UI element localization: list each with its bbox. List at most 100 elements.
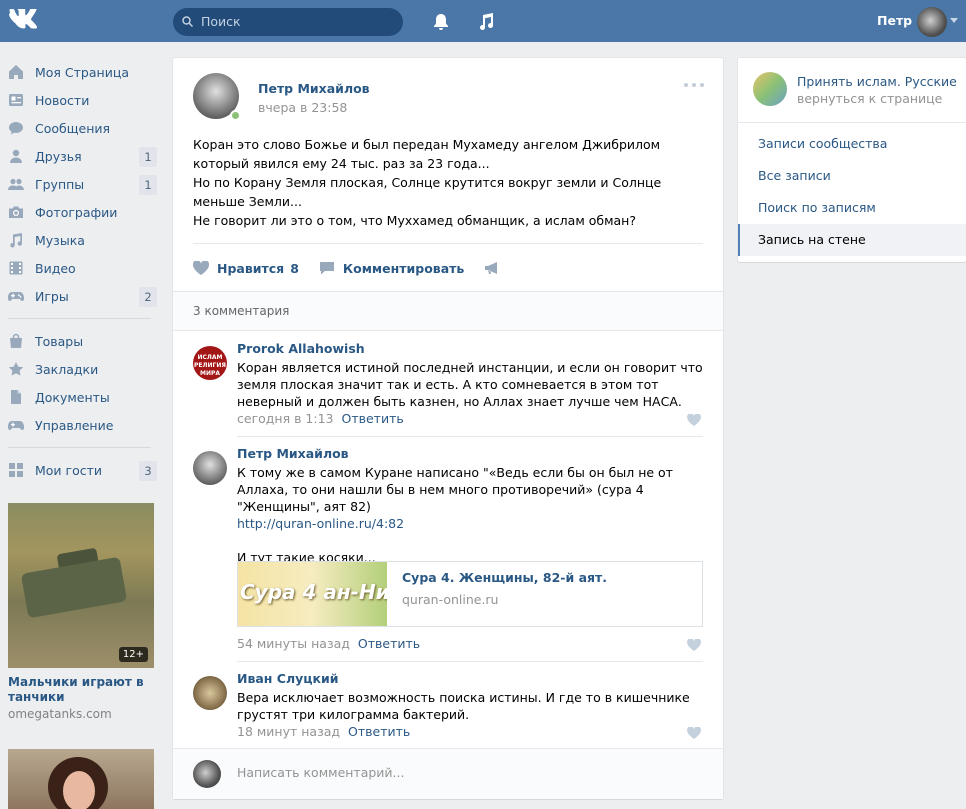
- menu-wall-post[interactable]: Запись на стене: [738, 224, 966, 256]
- ad-face: [63, 771, 95, 809]
- nav-item-photos[interactable]: Фотографии: [0, 198, 160, 226]
- top-header: Поиск Петр: [0, 0, 966, 42]
- comment-author-avatar[interactable]: [193, 676, 227, 710]
- group-name[interactable]: Принять ислам. Русские ...: [797, 74, 957, 89]
- nav-item-label: Закладки: [35, 361, 99, 377]
- comment-time[interactable]: 54 минуты назад: [237, 636, 350, 651]
- back-to-page-link[interactable]: вернуться к странице: [797, 91, 942, 106]
- comment-author-name[interactable]: Prorok Allahowish: [237, 341, 365, 356]
- group-avatar[interactable]: [753, 72, 787, 106]
- like-button[interactable]: Нравится 8: [193, 261, 299, 276]
- ad-domain: omegatanks.com: [8, 707, 112, 721]
- gamepad-icon: [8, 417, 24, 433]
- megaphone-icon: [485, 262, 498, 274]
- nav-item-video[interactable]: Видео: [0, 254, 160, 282]
- friends-icon: [8, 148, 24, 164]
- comment-input[interactable]: Написать комментарий...: [237, 765, 404, 780]
- document-icon: [8, 389, 24, 405]
- link-thumbnail[interactable]: Сура 4 ан-Ниса: [238, 562, 387, 626]
- link-title[interactable]: Сура 4. Женщины, 82-й аят.: [402, 570, 607, 585]
- comment-button[interactable]: Комментировать: [319, 261, 464, 276]
- games-count-badge: 2: [139, 287, 157, 307]
- ad-image[interactable]: 12+: [8, 503, 154, 668]
- user-avatar[interactable]: [917, 7, 947, 37]
- nav-item-groups[interactable]: Группы 1: [0, 170, 160, 198]
- nav-item-documents[interactable]: Документы: [0, 383, 160, 411]
- heart-icon[interactable]: [687, 727, 701, 739]
- wall-post: Петр Михайлов вчера в 23:58 Коран это сл…: [173, 58, 723, 799]
- comments-count-header[interactable]: 3 комментария: [173, 291, 723, 331]
- star-icon: [8, 361, 24, 377]
- nav-item-games[interactable]: Игры 2: [0, 282, 160, 310]
- chevron-down-icon[interactable]: [950, 18, 958, 24]
- user-name[interactable]: Петр: [877, 13, 912, 28]
- post-text-line: Не говорит ли это о том, что Муххамед об…: [193, 213, 636, 228]
- left-navigation: Моя Страница Новости Сообщения Друзья 1 …: [0, 58, 160, 484]
- ad-title[interactable]: Мальчики играют в танчики: [8, 675, 154, 705]
- comment-author-avatar[interactable]: [193, 451, 227, 485]
- link-preview-card[interactable]: Сура 4 ан-Ниса Сура 4. Женщины, 82-й аят…: [237, 561, 703, 627]
- comment-text: Коран является истиной последней инстанц…: [237, 360, 703, 409]
- home-icon: [8, 64, 24, 80]
- nav-item-bookmarks[interactable]: Закладки: [0, 355, 160, 383]
- link-domain: quran-online.ru: [402, 592, 499, 607]
- nav-divider: [8, 447, 151, 448]
- nav-item-label: Группы: [35, 176, 85, 192]
- games-icon: [8, 288, 24, 304]
- nav-item-goods[interactable]: Товары: [0, 327, 160, 355]
- nav-divider: [8, 318, 151, 319]
- nav-item-my-page[interactable]: Моя Страница: [0, 58, 160, 86]
- comment: Иван Слуцкий Вера исключает возможность …: [193, 671, 703, 741]
- menu-community-posts[interactable]: Записи сообщества: [738, 128, 966, 160]
- share-button[interactable]: [484, 261, 508, 275]
- nav-item-label: Фотографии: [35, 204, 118, 220]
- comment: ИСЛАМ РЕЛИГИЯ МИРА Prorok Allahowish Коран…: [193, 341, 703, 441]
- search-input[interactable]: Поиск: [173, 8, 403, 36]
- post-author-name[interactable]: Петр Михайлов: [258, 81, 370, 96]
- nav-item-manage[interactable]: Управление: [0, 411, 160, 439]
- news-icon: [8, 92, 24, 108]
- ad-block[interactable]: 12+ Мальчики играют в танчики omegatanks…: [8, 503, 154, 721]
- notifications-bell-icon[interactable]: [431, 12, 451, 32]
- comment-meta: сегодня в 1:13 Ответить: [237, 411, 404, 426]
- comment-meta: 54 минуты назад Ответить: [237, 636, 420, 651]
- age-rating-badge: 12+: [118, 647, 148, 662]
- search-placeholder: Поиск: [201, 14, 241, 29]
- reply-button[interactable]: Ответить: [348, 724, 410, 739]
- like-count: 8: [290, 260, 299, 276]
- nav-item-label: Мои гости: [35, 462, 103, 478]
- nav-item-my-guests[interactable]: Мои гости 3: [0, 456, 160, 484]
- comment-author-avatar[interactable]: ИСЛАМ РЕЛИГИЯ МИРА: [193, 346, 227, 380]
- more-options-icon[interactable]: [683, 81, 705, 89]
- heart-icon[interactable]: [687, 414, 701, 426]
- vk-logo-icon[interactable]: [8, 9, 42, 33]
- reply-button[interactable]: Ответить: [358, 636, 420, 651]
- comment-time[interactable]: сегодня в 1:13: [237, 411, 334, 426]
- nav-item-news[interactable]: Новости: [0, 86, 160, 114]
- ad-image-2[interactable]: [8, 749, 154, 809]
- comment-author-name[interactable]: Иван Слуцкий: [237, 671, 339, 686]
- menu-search-posts[interactable]: Поиск по записям: [738, 192, 966, 224]
- comment-link[interactable]: http://quran-online.ru/4:82: [237, 516, 404, 531]
- comment: Петр Михайлов К тому же в самом Куране н…: [193, 446, 703, 662]
- post-timestamp[interactable]: вчера в 23:58: [258, 100, 347, 115]
- nav-item-friends[interactable]: Друзья 1: [0, 142, 160, 170]
- heart-icon[interactable]: [687, 639, 701, 651]
- menu-all-posts[interactable]: Все записи: [738, 160, 966, 192]
- comment-time[interactable]: 18 минут назад: [237, 724, 340, 739]
- right-panel: Принять ислам. Русские ... вернуться к с…: [738, 58, 966, 262]
- reply-button[interactable]: Ответить: [342, 411, 404, 426]
- link-thumbnail-text: Сура 4 ан-Ниса: [240, 580, 387, 604]
- apps-grid-icon: [8, 462, 24, 478]
- nav-item-messages[interactable]: Сообщения: [0, 114, 160, 142]
- comment-author-name[interactable]: Петр Михайлов: [237, 446, 349, 461]
- comment-text-line: К тому же в самом Куране написано "«Ведь…: [237, 465, 673, 514]
- link-preview-text: Сура 4. Женщины, 82-й аят. quran-online.…: [387, 562, 607, 626]
- divider: [738, 122, 966, 123]
- nav-item-music[interactable]: Музыка: [0, 226, 160, 254]
- user-avatar: [193, 760, 221, 788]
- music-player-icon[interactable]: [477, 12, 495, 32]
- nav-item-label: Документы: [35, 389, 110, 405]
- camera-icon: [8, 204, 24, 220]
